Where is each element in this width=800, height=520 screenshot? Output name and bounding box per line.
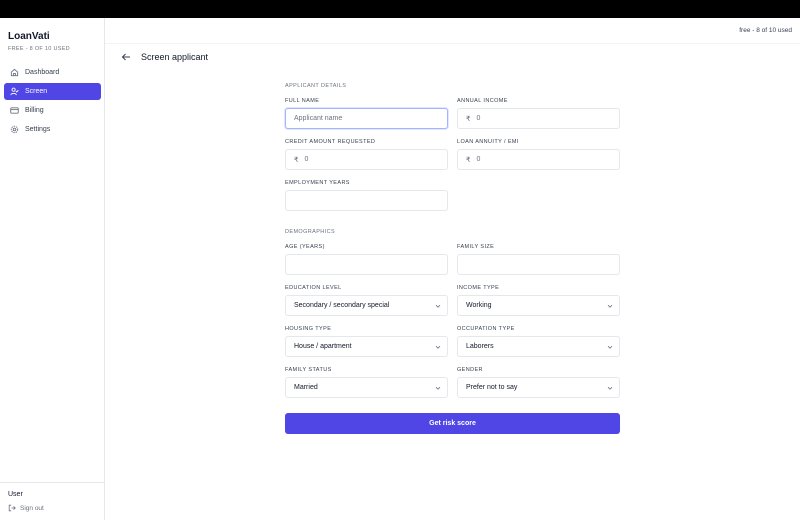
education-level-value: Secondary / secondary special bbox=[294, 302, 390, 309]
loan-annuity-label: LOAN ANNUITY / EMI bbox=[457, 139, 519, 145]
sidebar-footer: User Sign out bbox=[0, 482, 104, 512]
family-size-label: FAMILY SIZE bbox=[457, 244, 495, 250]
family-size-input[interactable] bbox=[457, 254, 620, 275]
annual-income-placeholder: 0 bbox=[476, 115, 481, 122]
page-title: Screen applicant bbox=[141, 52, 209, 62]
loan-annuity-placeholder: 0 bbox=[476, 156, 481, 163]
gender-value: Prefer not to say bbox=[466, 384, 518, 391]
sidebar-item-label: Dashboard bbox=[25, 69, 60, 76]
housing-type-value: House / apartment bbox=[294, 343, 352, 350]
chevron-down-icon bbox=[606, 343, 614, 351]
credit-amount-label: CREDIT AMOUNT REQUESTED bbox=[285, 139, 376, 145]
chevron-down-icon bbox=[606, 302, 614, 310]
section-demographics: DEMOGRAPHICS bbox=[285, 229, 336, 235]
gender-select[interactable]: Prefer not to say bbox=[457, 377, 620, 398]
loan-annuity-input[interactable]: ₹ 0 bbox=[457, 149, 620, 170]
sidebar-item-settings[interactable]: Settings bbox=[4, 121, 101, 138]
top-bar bbox=[0, 0, 800, 18]
credit-amount-input[interactable]: ₹ 0 bbox=[285, 149, 448, 170]
sidebar-item-label: Screen bbox=[25, 88, 48, 95]
back-button[interactable] bbox=[120, 52, 132, 64]
chevron-down-icon bbox=[434, 343, 442, 351]
annual-income-label: ANNUAL INCOME bbox=[457, 98, 508, 104]
credit-amount-placeholder: 0 bbox=[304, 156, 309, 163]
education-level-label: EDUCATION LEVEL bbox=[285, 285, 342, 291]
occupation-type-select[interactable]: Laborers bbox=[457, 336, 620, 357]
housing-type-label: HOUSING TYPE bbox=[285, 326, 332, 332]
occupation-type-value: Laborers bbox=[466, 343, 494, 350]
sidebar-item-label: Settings bbox=[25, 126, 51, 133]
section-applicant-details: APPLICANT DETAILS bbox=[285, 83, 347, 89]
brand-name: LoanVati bbox=[8, 31, 50, 42]
occupation-type-label: OCCUPATION TYPE bbox=[457, 326, 515, 332]
sidebar: LoanVati FREE - 8 OF 10 USED Dashboard S… bbox=[0, 18, 105, 520]
credit-card-icon bbox=[10, 106, 19, 115]
chevron-down-icon bbox=[606, 384, 614, 392]
header-divider bbox=[105, 43, 800, 44]
plan-usage: FREE - 8 OF 10 USED bbox=[8, 46, 70, 52]
chevron-down-icon bbox=[434, 302, 442, 310]
annual-income-input[interactable]: ₹ 0 bbox=[457, 108, 620, 129]
user-check-icon bbox=[10, 87, 19, 96]
usage-indicator: free - 8 of 10 used bbox=[739, 27, 792, 34]
full-name-input[interactable]: Applicant name bbox=[285, 108, 448, 129]
rupee-icon: ₹ bbox=[294, 156, 299, 164]
education-level-select[interactable]: Secondary / secondary special bbox=[285, 295, 448, 316]
gear-icon bbox=[10, 125, 19, 134]
rupee-icon: ₹ bbox=[466, 115, 471, 123]
sidebar-item-dashboard[interactable]: Dashboard bbox=[4, 64, 101, 81]
gender-label: GENDER bbox=[457, 367, 483, 373]
arrow-left-icon bbox=[121, 49, 131, 67]
family-status-value: Married bbox=[294, 384, 318, 391]
employment-years-input[interactable] bbox=[285, 190, 448, 211]
rupee-icon: ₹ bbox=[466, 156, 471, 164]
sidebar-item-label: Billing bbox=[25, 107, 44, 114]
sidebar-nav: Dashboard Screen Billing Settings bbox=[4, 64, 101, 140]
full-name-label: FULL NAME bbox=[285, 98, 320, 104]
sidebar-item-billing[interactable]: Billing bbox=[4, 102, 101, 119]
get-risk-score-button[interactable]: Get risk score bbox=[285, 413, 620, 434]
sign-out-label: Sign out bbox=[20, 504, 44, 512]
family-status-label: FAMILY STATUS bbox=[285, 367, 332, 373]
age-input[interactable] bbox=[285, 254, 448, 275]
user-label: User bbox=[8, 491, 23, 498]
income-type-select[interactable]: Working bbox=[457, 295, 620, 316]
chevron-down-icon bbox=[434, 384, 442, 392]
income-type-label: INCOME TYPE bbox=[457, 285, 500, 291]
employment-years-label: EMPLOYMENT YEARS bbox=[285, 180, 350, 186]
sign-out-link[interactable]: Sign out bbox=[8, 504, 104, 512]
sign-out-icon bbox=[8, 504, 16, 512]
family-status-select[interactable]: Married bbox=[285, 377, 448, 398]
income-type-value: Working bbox=[466, 302, 492, 309]
age-label: AGE (YEARS) bbox=[285, 244, 325, 250]
sidebar-item-screen[interactable]: Screen bbox=[4, 83, 101, 100]
housing-type-select[interactable]: House / apartment bbox=[285, 336, 448, 357]
home-icon bbox=[10, 68, 19, 77]
full-name-placeholder: Applicant name bbox=[294, 115, 343, 122]
